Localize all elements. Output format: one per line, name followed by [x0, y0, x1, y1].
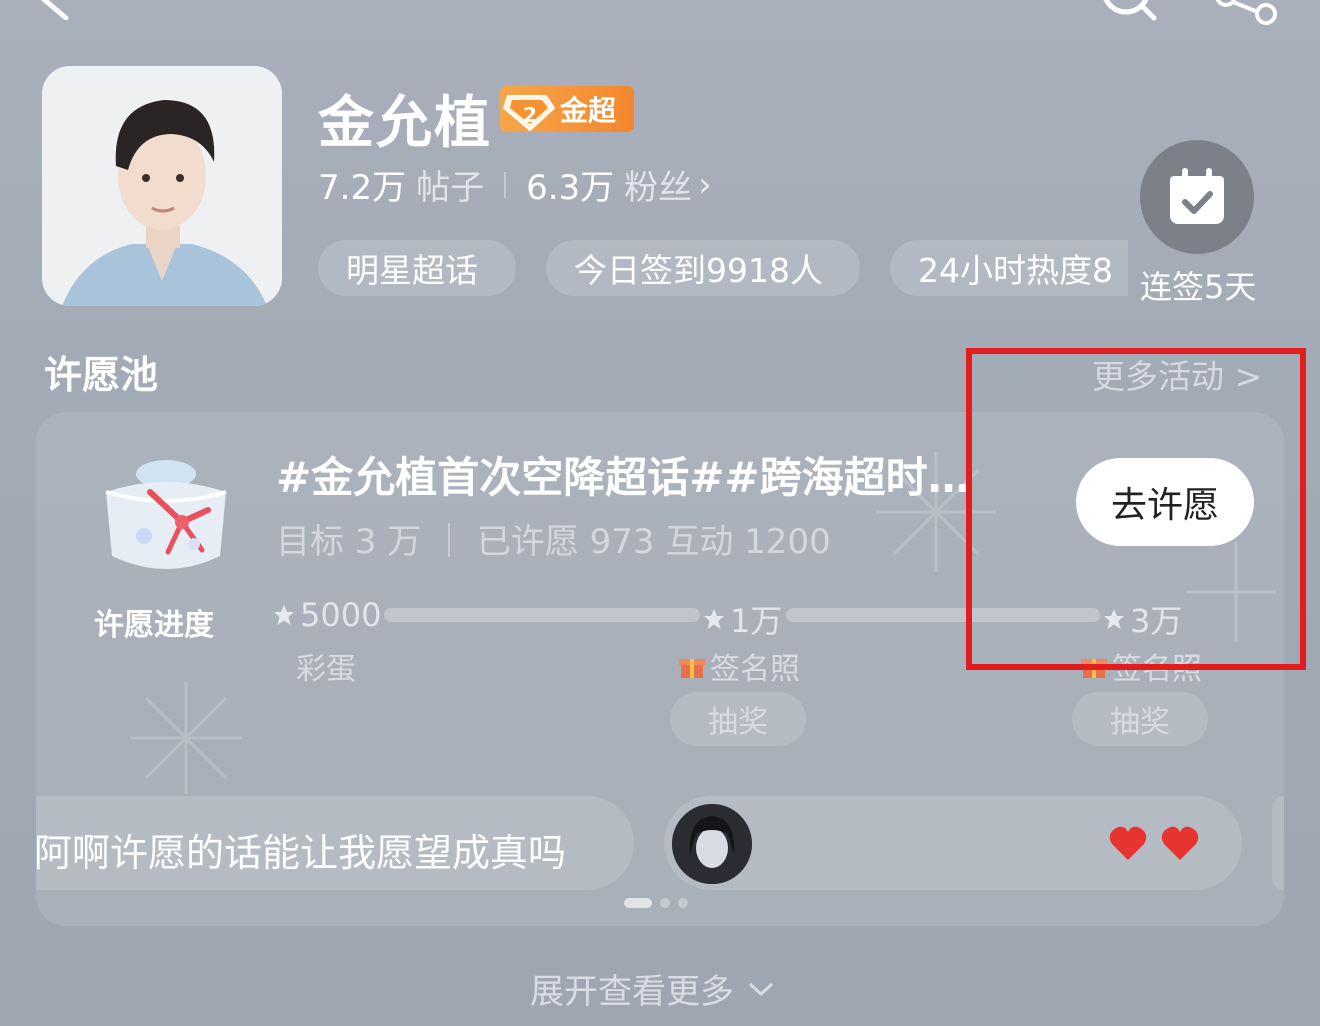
search-icon[interactable]	[1096, 0, 1160, 30]
pagination-dot-active	[624, 898, 652, 908]
chevron-down-icon	[748, 982, 774, 996]
star-icon	[274, 605, 294, 625]
chip-star-topic[interactable]: 明星超话	[318, 240, 516, 296]
share-icon[interactable]	[1212, 0, 1280, 30]
wish-jar-icon	[105, 460, 227, 569]
user-avatar[interactable]	[672, 804, 752, 884]
lottery-button-2[interactable]: 抽奖	[1072, 692, 1208, 746]
carousel-pagination	[624, 898, 688, 908]
highlight-annotation-box	[966, 348, 1306, 670]
posts-count: 7.2万	[318, 168, 407, 208]
topic-title: 金允植	[318, 91, 492, 156]
milestone-reward-signed-photo-1: 签名照	[678, 644, 800, 688]
pagination-dot	[660, 898, 670, 908]
milestone-10k: 1万	[702, 596, 782, 642]
chip-24h-heat[interactable]: 24小时热度8	[890, 240, 1128, 296]
heart-icon	[1161, 826, 1199, 860]
wish-bubble-text: 阿啊许愿的话能让我愿望成真吗	[34, 831, 567, 875]
lottery-button-1[interactable]: 抽奖	[670, 692, 806, 746]
section-title-wish-pool: 许愿池	[44, 353, 159, 397]
fans-count[interactable]: 6.3万	[526, 160, 614, 209]
fans-label[interactable]: 粉丝	[624, 160, 692, 209]
posts-label: 帖子	[416, 168, 485, 208]
heart-icon	[1109, 826, 1147, 860]
expand-more-label: 展开查看更多	[530, 972, 734, 1012]
back-arrow-icon[interactable]	[30, 0, 70, 20]
level-badge[interactable]: 2 金超	[500, 86, 634, 132]
checkin-streak-label: 连签5天	[1140, 268, 1257, 306]
wish-topic-stats: 目标 3 万 ｜ 已许愿 973 互动 1200	[276, 522, 831, 562]
chip-today-checkin[interactable]: 今日签到9918人	[546, 240, 860, 296]
topic-avatar[interactable]	[42, 66, 282, 306]
milestone-5000: 5000	[272, 596, 381, 634]
progress-track-1	[384, 608, 700, 622]
star-icon	[704, 609, 724, 629]
checkin-button[interactable]	[1140, 140, 1254, 254]
calendar-check-icon	[1170, 168, 1224, 224]
wish-topic-title[interactable]: #金允植首次空降超话##跨海超时…	[276, 444, 970, 505]
chevron-right-icon[interactable]: ›	[698, 165, 712, 205]
milestone-reward-easter-egg: 彩蛋	[296, 652, 356, 687]
wish-bubble-3-partial[interactable]	[1272, 796, 1284, 890]
pagination-dot	[678, 898, 688, 908]
stats-divider	[504, 171, 507, 198]
level-number: 2	[523, 103, 537, 127]
gift-icon	[679, 659, 705, 678]
expand-more-button[interactable]: 展开查看更多	[530, 964, 776, 1013]
diamond-level-icon: 2	[500, 86, 560, 132]
topic-stats-row: 7.2万 帖子 6.3万 粉丝 ›	[318, 160, 712, 209]
wish-progress-label: 许愿进度	[94, 608, 214, 643]
person-portrait-image	[42, 66, 282, 306]
level-badge-label: 金超	[560, 94, 617, 127]
